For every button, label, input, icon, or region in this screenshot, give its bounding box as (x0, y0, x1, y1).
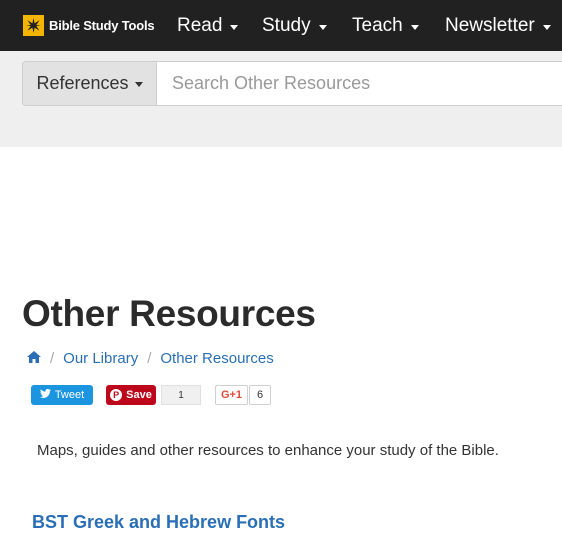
chevron-down-icon (542, 24, 551, 30)
tweet-label: Tweet (54, 389, 85, 401)
google-plus-button[interactable]: G+1 (215, 385, 248, 405)
site-logo[interactable]: Bible Study Tools (23, 15, 155, 36)
references-label: References (36, 73, 129, 93)
nav-teach-label: Teach (352, 15, 403, 36)
top-navigation-bar: Bible Study Tools Read Study Teach Newsl… (0, 0, 562, 51)
references-dropdown-button[interactable]: References (22, 61, 157, 106)
nav-newsletter-menu[interactable]: Newsletter (445, 15, 551, 37)
nav-teach-menu[interactable]: Teach (352, 15, 419, 37)
breadcrumb: / Our Library / Other Resources (27, 350, 274, 367)
chevron-down-icon (134, 82, 143, 87)
google-plus-count: 6 (249, 385, 271, 405)
page-title: Other Resources (22, 293, 316, 334)
home-icon[interactable] (27, 350, 41, 367)
nav-newsletter-label: Newsletter (445, 15, 535, 36)
breadcrumb-link-our-library[interactable]: Our Library (63, 350, 138, 367)
search-bar-area: References (0, 51, 562, 147)
breadcrumb-separator: / (147, 350, 152, 367)
chevron-down-icon (230, 24, 239, 30)
save-label: Save (126, 389, 152, 401)
nav-study-label: Study (262, 15, 311, 36)
nav-study-menu[interactable]: Study (262, 15, 327, 37)
logo-star-icon (23, 15, 44, 36)
breadcrumb-separator: / (50, 350, 55, 367)
section-link-greek-hebrew-fonts[interactable]: BST Greek and Hebrew Fonts (32, 512, 285, 533)
tweet-button[interactable]: Tweet (31, 385, 93, 405)
chevron-down-icon (318, 24, 327, 30)
save-count: 1 (161, 385, 201, 405)
breadcrumb-link-other-resources[interactable]: Other Resources (160, 350, 273, 367)
page-description: Maps, guides and other resources to enha… (37, 442, 499, 459)
search-input[interactable] (157, 61, 562, 106)
brand-name: Bible Study Tools (49, 18, 155, 33)
twitter-bird-icon (39, 389, 51, 401)
pinterest-icon: P (110, 389, 123, 401)
nav-read-label: Read (177, 15, 223, 36)
pinterest-save-button[interactable]: P Save (106, 385, 156, 405)
nav-read-menu[interactable]: Read (177, 15, 239, 37)
chevron-down-icon (410, 24, 419, 30)
